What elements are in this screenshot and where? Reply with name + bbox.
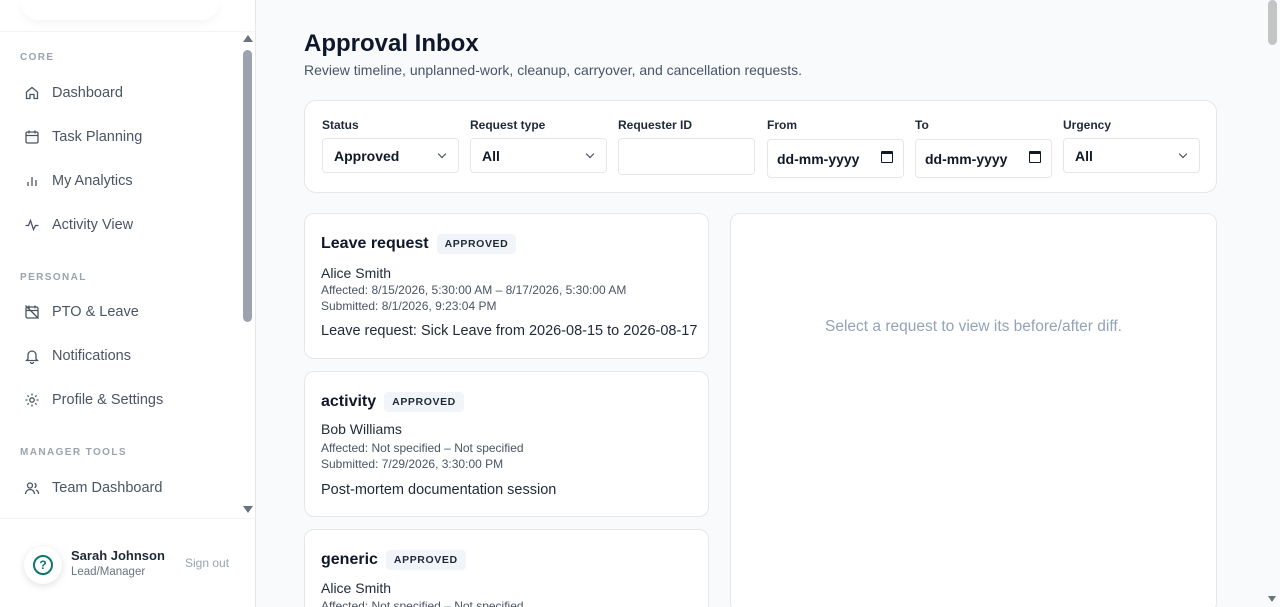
date-placeholder: dd-mm-yyyy (777, 150, 860, 167)
to-date-input[interactable]: dd-mm-yyyy (915, 139, 1052, 178)
filter-label: Urgency (1063, 118, 1112, 132)
sidebar-item-label: Activity View (52, 217, 134, 233)
page-title: Approval Inbox (304, 30, 479, 57)
filter-request-type: Request type All (470, 118, 607, 173)
diff-detail-panel: Select a request to view its before/afte… (730, 213, 1217, 607)
divider (0, 518, 255, 519)
sidebar-item-activity-view[interactable]: Activity View (20, 210, 230, 240)
status-badge: APPROVED (384, 392, 464, 412)
section-label-core: CORE (20, 52, 55, 63)
request-card[interactable]: generic APPROVED Alice Smith Affected: N… (304, 529, 709, 607)
requester-name: Alice Smith (321, 580, 392, 596)
help-icon: ? (33, 555, 53, 575)
activity-icon (24, 217, 40, 233)
page-scrollbar-thumb[interactable] (1268, 0, 1277, 45)
filter-from: From dd-mm-yyyy (767, 118, 904, 178)
sidebar-item-profile-settings[interactable]: Profile & Settings (20, 385, 230, 415)
request-type-select[interactable]: All (470, 138, 607, 173)
calendar-icon (24, 129, 40, 145)
sidebar-item-notifications[interactable]: Notifications (20, 341, 230, 371)
affected-range: Affected: Not specified – Not specified (321, 599, 524, 607)
card-header: Leave request APPROVED (321, 234, 517, 254)
calendar-icon[interactable] (881, 151, 893, 163)
sidebar-item-task-planning[interactable]: Task Planning (20, 122, 230, 152)
gear-icon (24, 392, 40, 408)
date-placeholder: dd-mm-yyyy (925, 150, 1008, 167)
sidebar-item-label: Dashboard (52, 85, 123, 101)
sign-out-link[interactable]: Sign out (185, 556, 229, 570)
sidebar-item-label: Team Dashboard (52, 480, 163, 496)
sidebar: CORE Dashboard Task Planning My Analytic… (0, 0, 256, 607)
submitted-at: Submitted: 8/1/2026, 9:23:04 PM (321, 299, 497, 313)
requester-name: Bob Williams (321, 421, 402, 437)
request-type: Leave request (321, 235, 429, 252)
sidebar-item-label: Task Planning (52, 129, 143, 145)
requester-id-input[interactable] (618, 138, 755, 175)
card-header: activity APPROVED (321, 392, 464, 412)
page-scroll-down-arrow-icon[interactable] (1268, 596, 1276, 602)
sidebar-item-label: Profile & Settings (52, 392, 164, 408)
filter-label: Requester ID (618, 118, 693, 132)
filter-requester-id: Requester ID (618, 118, 755, 175)
user-role: Lead/Manager (71, 566, 146, 578)
help-button[interactable]: ? (24, 546, 62, 584)
sidebar-nav: CORE Dashboard Task Planning My Analytic… (0, 32, 240, 517)
sidebar-item-pto-leave[interactable]: PTO & Leave (20, 297, 230, 327)
filter-label: Request type (470, 118, 546, 132)
users-icon (24, 480, 40, 496)
filter-status: Status Approved (322, 118, 459, 173)
request-description: Post-mortem documentation session (321, 482, 557, 498)
sidebar-item-label: PTO & Leave (52, 304, 139, 320)
sidebar-item-my-analytics[interactable]: My Analytics (20, 166, 230, 196)
status-badge: APPROVED (436, 234, 517, 254)
requester-name: Alice Smith (321, 265, 392, 281)
user-profile: ? Sarah Johnson Lead/Manager Sign out (24, 540, 239, 584)
status-badge: APPROVED (385, 550, 466, 570)
scroll-up-arrow-icon[interactable] (243, 35, 253, 42)
request-description: Leave request: Sick Leave from 2026-08-1… (321, 323, 698, 339)
urgency-select[interactable]: All (1063, 138, 1200, 173)
bell-icon (24, 348, 40, 364)
sidebar-item-label: Notifications (52, 348, 131, 364)
sidebar-logo-area (20, 0, 220, 20)
user-name: Sarah Johnson (71, 548, 165, 563)
filter-to: To dd-mm-yyyy (915, 118, 1052, 178)
affected-range: Affected: 8/15/2026, 5:30:00 AM – 8/17/2… (321, 283, 627, 297)
bar-chart-icon (24, 173, 40, 189)
request-type: generic (321, 551, 378, 568)
request-card[interactable]: activity APPROVED Bob Williams Affected:… (304, 371, 709, 517)
sidebar-scrollbar[interactable] (242, 32, 254, 517)
affected-range: Affected: Not specified – Not specified (321, 441, 524, 455)
scroll-down-arrow-icon[interactable] (243, 506, 253, 513)
sidebar-item-label: My Analytics (52, 173, 133, 189)
card-header: generic APPROVED (321, 550, 466, 570)
home-icon (24, 85, 40, 101)
submitted-at: Submitted: 7/29/2026, 3:30:00 PM (321, 457, 504, 471)
filter-urgency: Urgency All (1063, 118, 1200, 173)
status-select[interactable]: Approved (322, 138, 459, 173)
calendar-off-icon (24, 304, 40, 320)
from-date-input[interactable]: dd-mm-yyyy (767, 139, 904, 178)
calendar-icon[interactable] (1029, 151, 1041, 163)
section-label-manager-tools: MANAGER TOOLS (20, 447, 127, 458)
empty-state-message: Select a request to view its before/afte… (825, 318, 1122, 335)
filter-label: From (767, 118, 797, 132)
section-label-personal: PERSONAL (20, 272, 87, 283)
request-type: activity (321, 393, 377, 410)
scroll-thumb[interactable] (243, 50, 252, 322)
sidebar-item-team-dashboard[interactable]: Team Dashboard (20, 473, 230, 503)
page-subtitle: Review timeline, unplanned-work, cleanup… (304, 62, 803, 78)
filters-panel: Status Approved Request type All Request… (304, 100, 1217, 193)
filter-label: Status (322, 118, 359, 132)
filter-label: To (915, 118, 929, 132)
request-card[interactable]: Leave request APPROVED Alice Smith Affec… (304, 213, 709, 359)
sidebar-item-dashboard[interactable]: Dashboard (20, 78, 230, 108)
